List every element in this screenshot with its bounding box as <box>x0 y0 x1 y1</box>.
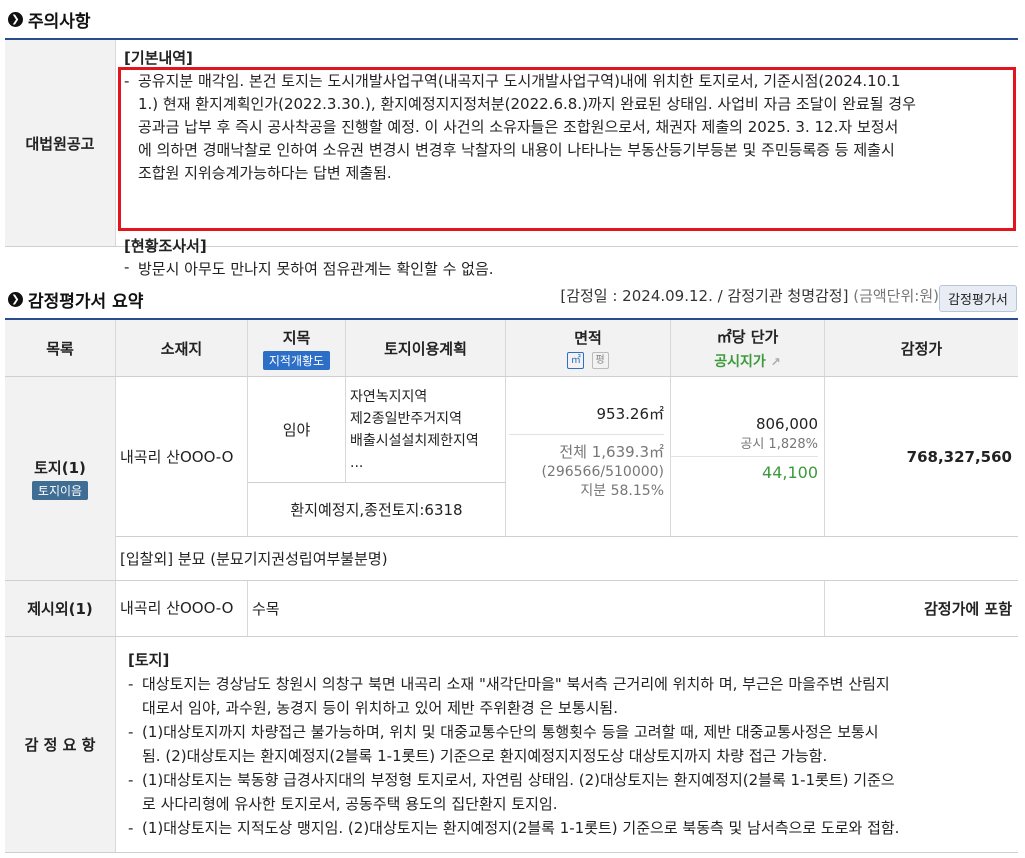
land-area-share: 지분 58.15% <box>580 483 664 499</box>
basic-line: 조합원 지위승계가능하다는 답변 제출됨. <box>138 164 392 182</box>
notice-content: [기본내역] - 공유지분 매각임. 본건 토지는 도시개발사업구역(내곡지구 도… <box>116 40 1018 278</box>
land-plan-line: 자연녹지지역 <box>350 388 428 405</box>
land-area-ratio: (296566/510000) <box>541 464 664 480</box>
land-replot-cell: 환지예정지,종전토지:6318 <box>248 483 506 537</box>
summary-line: (1)대상토지는 북동향 급경사지대의 부정형 토지로서, 자연림 상태임. (… <box>142 771 895 789</box>
header-item: 목록 <box>5 320 116 377</box>
basic-line: 공과금 납부 후 즉시 공사착공을 진행할 예정. 이 사건의 소유자들은 조합… <box>138 118 899 136</box>
toji-eum-button[interactable]: 토지이음 <box>31 481 89 500</box>
unit-m2-toggle[interactable]: ㎡ <box>567 352 585 369</box>
appraisal-meta: [감정일 : 2024.09.12. / 감정기관 청명감정] (금액단위:원) <box>560 287 939 305</box>
amount-unit: (금액단위:원) <box>853 287 939 305</box>
land-public-ratio: 공시 1,828% <box>740 437 818 452</box>
land-appraised-cell: 768,327,560 <box>825 377 1018 537</box>
header-appraised: 감정가 <box>825 320 1018 377</box>
summary-header-cell: 감 정 요 항 <box>5 637 116 853</box>
excluded-appraised-cell: 감정가에 포함 <box>825 581 1018 637</box>
header-location: 소재지 <box>116 320 248 377</box>
chevron-right-icon: ❯ <box>8 292 23 307</box>
summary-heading: [토지] <box>128 651 170 669</box>
land-plan-line: 배출시설설치제한지역 <box>350 432 479 449</box>
land-location-cell: 내곡리 산OOO-O <box>116 377 248 537</box>
summary-line: (1)대상토지는 지적도상 맹지임. (2)대상토지는 환지예정지(2블록 1-… <box>142 819 900 837</box>
basic-text: - 공유지분 매각임. 본건 토지는 도시개발사업구역(내곡지구 도시개발사업구역… <box>124 70 1012 185</box>
summary-line: 로 사다리형에 유사한 토지로서, 공동주택 용도의 집단환지 토지임. <box>142 795 558 813</box>
notice-table: 대법원공고 [기본내역] - 공유지분 매각임. 본건 토지는 도시개발사업구역(… <box>5 38 1018 278</box>
excluded-item-cell: 제시외(1) <box>5 581 116 637</box>
cadastral-map-button[interactable]: 지적개황도 <box>262 350 331 370</box>
appraisal-section-title: ❯ 감정평가서 요약 <box>8 287 143 312</box>
land-area-cell: 953.26㎡ 전체 1,639.3㎡ (296566/510000) 지분 5… <box>506 377 671 537</box>
land-plan-cell: 자연녹지지역 제2종일반주거지역 배출시설설치제한지역 ... <box>346 377 506 483</box>
notice-section-title: ❯ 주의사항 <box>8 7 91 32</box>
land-area: 953.26㎡ <box>596 405 665 423</box>
header-jimok: 지목 지적개황도 <box>248 320 346 377</box>
excluded-desc-cell: 수목 <box>248 581 825 637</box>
land-item-label: 토지(1) <box>34 459 86 477</box>
summary-line: (1)대상토지까지 차량접근 불가능하며, 위치 및 대중교통수단의 통행횟수 … <box>142 723 879 741</box>
bid-excluded-cell: [입찰외] 분묘 (분묘기지권성립여부불분명) <box>116 537 1018 581</box>
summary-text: [토지] - 대상토지는 경상남도 창원시 의창구 북면 내곡리 소재 "새각단마… <box>120 648 1015 840</box>
basic-line: 1.) 현재 환지계획인가(2022.3.30.), 환지예정지지정처분(202… <box>138 95 916 113</box>
land-area-total: 전체 1,639.3㎡ <box>559 443 664 461</box>
summary-line: 대상토지는 경상남도 창원시 의창구 북면 내곡리 소재 "새각단마을" 북서측… <box>142 675 890 693</box>
public-price-link[interactable]: 공시지가 ↗ <box>714 351 780 371</box>
summary-line: 됨. (2)대상토지는 환지예정지(2블록 1-1롯트) 기준으로 환지예정지지… <box>142 747 828 765</box>
survey-line: - 방문시 아무도 만나지 못하여 점유관계는 확인할 수 없음. <box>124 258 494 278</box>
header-unit-price: ㎡당 단가 공시지가 ↗ <box>671 320 825 377</box>
basic-heading: [기본내역] <box>124 49 193 67</box>
land-unit-price-cell: 806,000 공시 1,828% 44,100 <box>670 377 825 537</box>
chevron-right-icon: ❯ <box>8 12 23 27</box>
basic-line: 공유지분 매각임. 본건 토지는 도시개발사업구역(내곡지구 도시개발사업구역)… <box>138 72 901 90</box>
land-plan-line: ... <box>350 454 364 471</box>
basic-line: 에 의하면 경매낙찰로 인하여 소유권 변경시 변경후 낙찰자의 내용이 나타나… <box>138 141 895 159</box>
unit-pyeong-toggle[interactable]: 평 <box>591 352 609 369</box>
header-area: 면적 ㎡ 평 <box>506 320 671 377</box>
survey-heading: [현황조사서] <box>124 237 207 255</box>
land-unit-price: 806,000 <box>755 415 818 433</box>
summary-line: 대로서 임야, 과수원, 농경지 등이 위치하고 있어 제반 주위환경 은 보통… <box>142 699 618 717</box>
land-item-cell: 토지(1) 토지이음 <box>5 377 116 581</box>
land-plan-line: 제2종일반주거지역 <box>350 410 462 427</box>
excluded-location-cell: 내곡리 산OOO-O <box>116 581 248 637</box>
external-link-icon: ↗ <box>770 354 781 369</box>
appraisal-report-button[interactable]: 감정평가서 <box>939 285 1017 312</box>
land-public-price: 44,100 <box>762 463 818 482</box>
notice-row-header: 대법원공고 <box>5 40 116 246</box>
land-jimok-cell: 임야 <box>248 377 346 483</box>
header-land-plan: 토지이용계획 <box>346 320 506 377</box>
